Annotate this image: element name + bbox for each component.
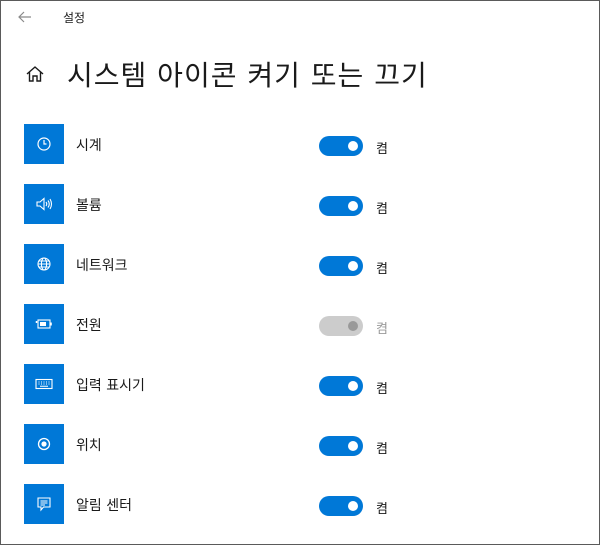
toggle-state-text: 켬 xyxy=(376,322,388,337)
page-title: 시스템 아이콘 켜기 또는 끄기 xyxy=(67,59,428,92)
toggle-knob xyxy=(348,501,358,511)
action-center-toggle[interactable] xyxy=(319,496,363,516)
clock-toggle[interactable] xyxy=(319,136,363,156)
action-center-icon xyxy=(24,484,64,524)
clock-icon xyxy=(24,124,64,164)
volume-toggle[interactable] xyxy=(319,196,363,216)
toggle-state-text: 켬 xyxy=(376,502,388,517)
toggle-state-text: 켬 xyxy=(376,202,388,217)
toggle-state-text: 켬 xyxy=(376,142,388,157)
power-toggle xyxy=(319,316,363,336)
item-label: 알림 센터 xyxy=(76,498,132,514)
list-item-volume: 볼륨 켬 xyxy=(24,184,584,224)
list-item-clock: 시계 켬 xyxy=(24,124,584,164)
item-label: 볼륨 xyxy=(76,198,102,214)
system-icons-list: 시계 켬 볼륨 켬 네트워크 켬 전원 켬 입력 표시기 켬 위치 켬 알림 센… xyxy=(24,124,584,544)
page-header: 시스템 아이콘 켜기 또는 끄기 xyxy=(1,51,599,95)
home-button[interactable] xyxy=(23,62,47,86)
toggle-knob xyxy=(348,261,358,271)
item-label: 위치 xyxy=(76,438,102,454)
list-item-input-indicator: 입력 표시기 켬 xyxy=(24,364,584,404)
item-label: 시계 xyxy=(76,138,102,154)
toggle-state-text: 켬 xyxy=(376,442,388,457)
keyboard-icon xyxy=(24,364,64,404)
toggle-state-text: 켬 xyxy=(376,382,388,397)
list-item-location: 위치 켬 xyxy=(24,424,584,464)
item-label: 입력 표시기 xyxy=(76,378,145,394)
settings-window: 설정 시스템 아이콘 켜기 또는 끄기 시계 켬 볼륨 켬 네트워크 켬 전원 … xyxy=(0,0,600,545)
item-label: 전원 xyxy=(76,318,102,334)
back-button[interactable] xyxy=(11,6,39,28)
input-indicator-toggle[interactable] xyxy=(319,376,363,396)
list-item-action-center: 알림 센터 켬 xyxy=(24,484,584,524)
toggle-knob xyxy=(348,441,358,451)
toggle-knob xyxy=(348,321,358,331)
item-label: 네트워크 xyxy=(76,258,128,274)
list-item-power: 전원 켬 xyxy=(24,304,584,344)
location-icon xyxy=(24,424,64,464)
toggle-knob xyxy=(348,141,358,151)
volume-icon xyxy=(24,184,64,224)
battery-icon xyxy=(24,304,64,344)
title-bar: 설정 xyxy=(1,1,599,33)
network-toggle[interactable] xyxy=(319,256,363,276)
globe-icon xyxy=(24,244,64,284)
back-arrow-icon xyxy=(18,11,32,23)
location-toggle[interactable] xyxy=(319,436,363,456)
home-icon xyxy=(25,65,45,83)
toggle-state-text: 켬 xyxy=(376,262,388,277)
window-title: 설정 xyxy=(63,11,86,25)
list-item-network: 네트워크 켬 xyxy=(24,244,584,284)
toggle-knob xyxy=(348,201,358,211)
toggle-knob xyxy=(348,381,358,391)
